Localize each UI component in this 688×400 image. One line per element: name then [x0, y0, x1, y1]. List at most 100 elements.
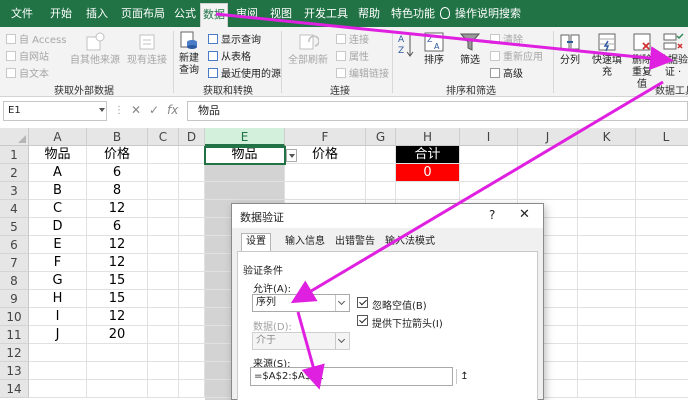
enter-icon[interactable]: ✓: [149, 103, 159, 117]
row-header[interactable]: 8: [0, 272, 29, 290]
cell-j1[interactable]: [518, 146, 578, 164]
sort-az-button[interactable]: AZ: [396, 31, 414, 69]
new-query-button[interactable]: 新建 查询: [175, 29, 203, 77]
select-all-button[interactable]: [0, 128, 29, 146]
cell-c13[interactable]: [148, 362, 179, 380]
cell-h1[interactable]: 合计: [396, 146, 460, 164]
column-header-l[interactable]: L: [636, 128, 688, 146]
cancel-icon[interactable]: ✕: [131, 103, 141, 117]
tab-5[interactable]: 数据: [200, 3, 228, 27]
column-header-c[interactable]: C: [148, 128, 179, 146]
cell-a7[interactable]: F: [29, 254, 87, 272]
cell-i2[interactable]: [460, 164, 518, 182]
cell-a11[interactable]: J: [29, 326, 87, 344]
tab-settings[interactable]: 设置: [241, 233, 271, 252]
from-access-button[interactable]: 自 Access: [6, 31, 66, 46]
row-header[interactable]: 1: [0, 146, 29, 164]
row-header[interactable]: 3: [0, 182, 29, 200]
cell-l1[interactable]: [636, 146, 688, 164]
cell-k1[interactable]: [578, 146, 636, 164]
row-header[interactable]: 14: [0, 380, 29, 398]
cell-c7[interactable]: [148, 254, 179, 272]
remove-duplicates-button[interactable]: 删除 重复值: [628, 31, 656, 91]
cell-a12[interactable]: [29, 344, 87, 362]
cell-d14[interactable]: [179, 380, 205, 398]
cell-a3[interactable]: B: [29, 182, 87, 200]
tell-me-search[interactable]: 操作说明搜索: [440, 0, 521, 27]
cell-d13[interactable]: [179, 362, 205, 380]
cell-l2[interactable]: [636, 164, 688, 182]
source-input[interactable]: =$A$2:$A$11 ↥: [250, 367, 469, 386]
cell-b4[interactable]: 12: [87, 200, 148, 218]
cell-d1[interactable]: [179, 146, 205, 164]
row-header[interactable]: 12: [0, 344, 29, 362]
other-sources-button[interactable]: 自其他来源: [70, 31, 120, 67]
cell-l8[interactable]: [636, 272, 688, 290]
cell-c6[interactable]: [148, 236, 179, 254]
column-header-a[interactable]: A: [29, 128, 87, 146]
column-header-e[interactable]: E: [205, 128, 285, 146]
cell-dropdown-button[interactable]: [286, 149, 297, 162]
cell-d10[interactable]: [179, 308, 205, 326]
column-header-h[interactable]: H: [396, 128, 460, 146]
cell-c14[interactable]: [148, 380, 179, 398]
cell-k3[interactable]: [578, 182, 636, 200]
cell-b5[interactable]: 6: [87, 218, 148, 236]
cell-b2[interactable]: 6: [87, 164, 148, 182]
cell-b10[interactable]: 12: [87, 308, 148, 326]
refresh-all-button[interactable]: 全部刷新: [286, 31, 330, 67]
cell-a6[interactable]: E: [29, 236, 87, 254]
cell-g3[interactable]: [366, 182, 396, 200]
cell-a5[interactable]: D: [29, 218, 87, 236]
cell-d6[interactable]: [179, 236, 205, 254]
tab-6[interactable]: 审阅: [232, 0, 262, 27]
column-header-g[interactable]: G: [366, 128, 396, 146]
cell-l10[interactable]: [636, 308, 688, 326]
advanced-filter-button[interactable]: 高级: [490, 65, 523, 80]
cell-l5[interactable]: [636, 218, 688, 236]
column-header-i[interactable]: I: [460, 128, 518, 146]
cell-k8[interactable]: [578, 272, 636, 290]
cell-k14[interactable]: [578, 380, 636, 398]
ignore-blank-checkbox[interactable]: [357, 297, 368, 308]
cell-c3[interactable]: [148, 182, 179, 200]
cell-c4[interactable]: [148, 200, 179, 218]
cell-e3[interactable]: [205, 182, 285, 200]
cell-d12[interactable]: [179, 344, 205, 362]
cell-k13[interactable]: [578, 362, 636, 380]
cell-f1[interactable]: 价格: [285, 146, 366, 164]
tab-error-alert[interactable]: 出错警告: [331, 234, 379, 251]
collapse-dialog-icon[interactable]: ↥: [456, 369, 472, 384]
tab-7[interactable]: 视图: [266, 0, 296, 27]
cell-d11[interactable]: [179, 326, 205, 344]
properties-button[interactable]: 属性: [336, 48, 369, 63]
reapply-button[interactable]: 重新应用: [490, 48, 543, 63]
cell-d4[interactable]: [179, 200, 205, 218]
row-header[interactable]: 11: [0, 326, 29, 344]
cell-g1[interactable]: [366, 146, 396, 164]
cell-a13[interactable]: [29, 362, 87, 380]
cell-b14[interactable]: [87, 380, 148, 398]
data-validation-button[interactable]: 数据验证 ·: [658, 31, 688, 79]
cell-b12[interactable]: [87, 344, 148, 362]
name-box[interactable]: E1: [3, 101, 107, 121]
column-header-k[interactable]: K: [578, 128, 636, 146]
tab-4[interactable]: 公式: [172, 0, 198, 27]
cell-l9[interactable]: [636, 290, 688, 308]
tab-1[interactable]: 开始: [44, 0, 78, 27]
cell-k9[interactable]: [578, 290, 636, 308]
text-to-columns-button[interactable]: 分列: [557, 31, 583, 67]
row-header[interactable]: 5: [0, 218, 29, 236]
cell-l14[interactable]: [636, 380, 688, 398]
column-header-j[interactable]: J: [518, 128, 578, 146]
cell-j2[interactable]: [518, 164, 578, 182]
row-header[interactable]: 13: [0, 362, 29, 380]
connections-button[interactable]: 连接: [336, 31, 369, 46]
dropdown-checkbox[interactable]: [357, 315, 368, 326]
insert-function-icon[interactable]: fx: [167, 103, 178, 117]
cell-b13[interactable]: [87, 362, 148, 380]
row-header[interactable]: 10: [0, 308, 29, 326]
cell-l11[interactable]: [636, 326, 688, 344]
cell-b3[interactable]: 8: [87, 182, 148, 200]
cell-l7[interactable]: [636, 254, 688, 272]
